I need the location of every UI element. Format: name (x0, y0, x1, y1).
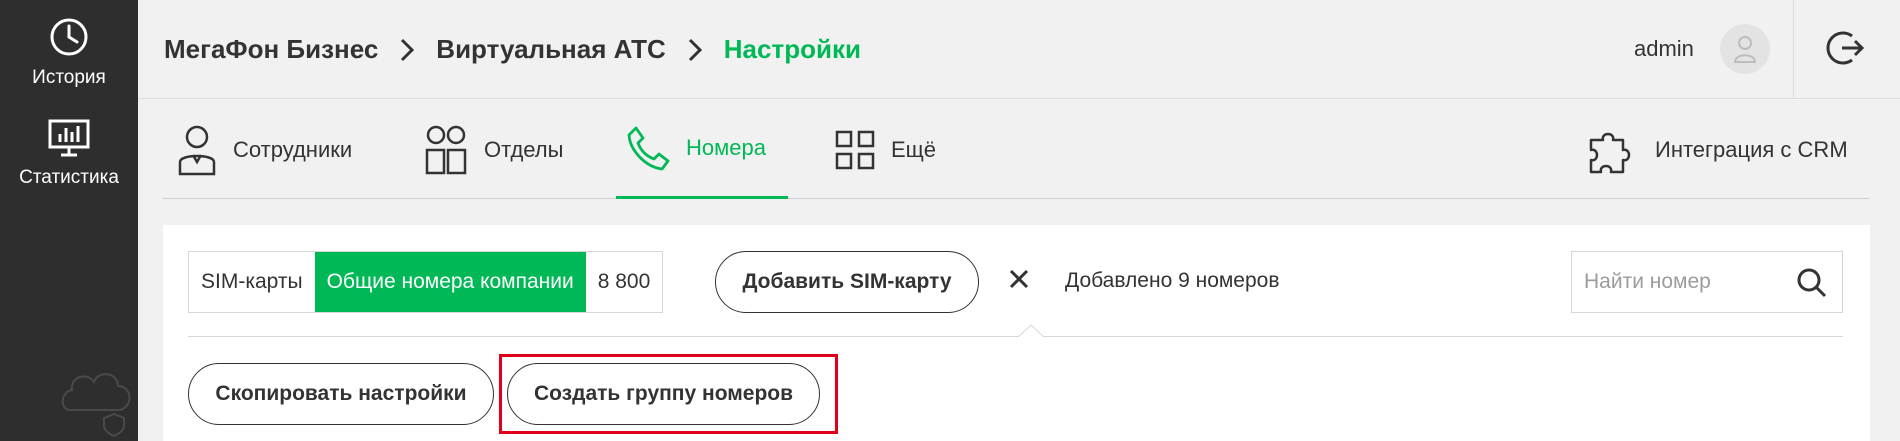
segment-sim-cards[interactable]: SIM-карты (189, 252, 315, 312)
tab-label: Сотрудники (233, 136, 353, 162)
tooltip-notch (1018, 324, 1044, 338)
user-menu[interactable]: admin (1634, 24, 1770, 74)
cloud-shield-icon (61, 373, 131, 438)
sidebar-item-history[interactable]: История (0, 16, 138, 89)
tab-label: Отделы (484, 136, 564, 162)
tab-label: Ещё (891, 136, 937, 162)
segment-8800[interactable]: 8 800 (586, 252, 663, 312)
chevron-right-icon (688, 38, 702, 61)
departments-icon (425, 125, 467, 174)
search-icon[interactable] (1796, 267, 1828, 299)
user-icon (1733, 36, 1756, 63)
username: admin (1634, 36, 1694, 61)
copy-settings-button[interactable]: Скопировать настройки (188, 363, 494, 425)
header: МегаФон Бизнес Виртуальная АТС Настройки… (138, 0, 1900, 99)
breadcrumb-item-virtual-pbx[interactable]: Виртуальная АТС (436, 34, 665, 65)
puzzle-icon (1589, 132, 1631, 173)
tab-label: Номера (686, 135, 766, 160)
breadcrumb-item-settings: Настройки (723, 34, 861, 64)
divider (188, 336, 1843, 337)
segment-company-numbers[interactable]: Общие номера компании (314, 252, 586, 312)
breadcrumb: МегаФон Бизнес Виртуальная АТС Настройки (164, 34, 861, 65)
tab-numbers[interactable]: Номера (616, 100, 788, 199)
employee-icon (178, 125, 216, 175)
create-number-group-button[interactable]: Создать группу номеров (507, 363, 820, 425)
sidebar-item-label: История (32, 67, 106, 88)
number-type-switcher: SIM-карты Общие номера компании 8 800 (188, 251, 664, 313)
tab-departments[interactable]: Отделы (424, 100, 563, 199)
added-numbers-notice: Добавлено 9 номеров (1065, 269, 1280, 292)
close-icon[interactable] (1008, 268, 1030, 290)
add-sim-card-button[interactable]: Добавить SIM-карту (715, 251, 979, 313)
grid-icon (835, 130, 875, 169)
breadcrumb-item-megafon-business[interactable]: МегаФон Бизнес (164, 34, 378, 65)
header-divider (1793, 0, 1794, 99)
clock-icon (50, 18, 88, 56)
chevron-right-icon (401, 38, 415, 61)
sidebar: История Статистика (0, 0, 138, 441)
logout-icon[interactable] (1826, 28, 1866, 68)
phone-icon (627, 126, 670, 171)
sidebar-item-label: Статистика (19, 167, 119, 188)
search-input[interactable] (1572, 252, 1792, 312)
tab-employees[interactable]: Сотрудники (177, 100, 352, 199)
sidebar-item-statistics[interactable]: Статистика (0, 118, 138, 189)
section-tabs: Сотрудники Отделы Номера Ещё Интеграция … (163, 100, 1870, 199)
tab-label: Интеграция с CRM (1655, 136, 1848, 162)
tab-more[interactable]: Ещё (835, 100, 936, 199)
chart-monitor-icon (48, 119, 90, 157)
tab-crm-integration[interactable]: Интеграция с CRM (1587, 100, 1848, 199)
search-box (1571, 251, 1843, 313)
avatar[interactable] (1719, 24, 1770, 74)
numbers-panel: SIM-карты Общие номера компании 8 800 До… (163, 225, 1870, 441)
